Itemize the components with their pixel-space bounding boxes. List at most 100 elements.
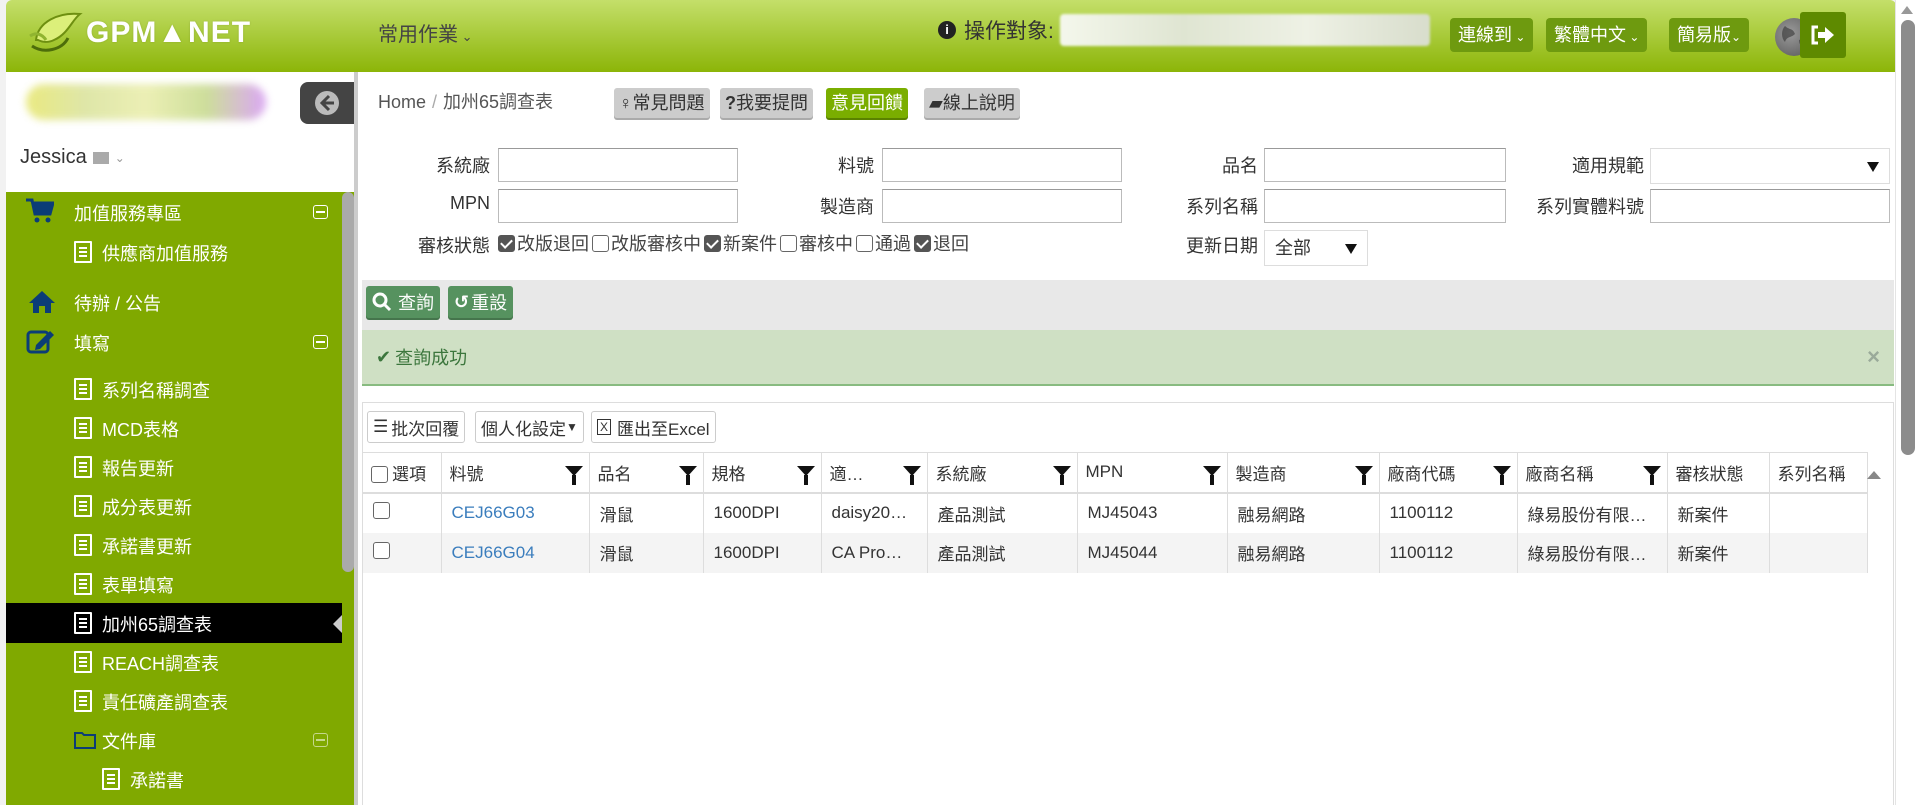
- ask-question-button[interactable]: ?我要提問: [720, 88, 813, 118]
- status-option-revision-returned[interactable]: 改版退回: [498, 230, 589, 256]
- personalize-dropdown[interactable]: 個人化設定 ▼: [475, 411, 584, 443]
- filter-icon[interactable]: [1642, 466, 1661, 485]
- filter-icon[interactable]: [902, 466, 921, 485]
- page-scrollbar[interactable]: [1895, 0, 1920, 805]
- sidebar-item-fill[interactable]: 填寫: [6, 322, 342, 362]
- column-header-part-no[interactable]: 料號: [441, 452, 590, 494]
- question-icon: ?: [725, 93, 736, 113]
- sidebar-item-conflict-minerals[interactable]: 責任礦產調查表: [6, 681, 342, 721]
- export-excel-button[interactable]: X 匯出至Excel: [591, 411, 716, 443]
- column-header-system-factory[interactable]: 系統廠: [927, 452, 1078, 494]
- language-button[interactable]: 繁體中文 ⌄: [1546, 18, 1648, 52]
- status-option-new-case[interactable]: 新案件: [704, 230, 777, 256]
- target-select[interactable]: [1059, 14, 1430, 46]
- grid-scroll-up-icon[interactable]: [1867, 471, 1881, 479]
- system-factory-input[interactable]: [498, 148, 738, 182]
- mode-button[interactable]: 簡易版⌄: [1669, 18, 1750, 52]
- breadcrumb-home[interactable]: Home: [378, 92, 426, 112]
- collapse-sidebar-button[interactable]: [300, 82, 354, 124]
- status-option-approved[interactable]: 通過: [856, 230, 911, 256]
- checkbox[interactable]: [704, 234, 721, 252]
- sidebar-item-commitment-update[interactable]: 承諾書更新: [6, 525, 342, 565]
- sidebar-item-value-added[interactable]: 加值服務專區: [6, 192, 342, 232]
- feedback-button[interactable]: 意見回饋: [826, 88, 908, 118]
- reset-button[interactable]: ↺ 重設: [448, 286, 514, 318]
- filter-icon[interactable]: [1492, 466, 1511, 485]
- column-header-vendor-name[interactable]: 廠商名稱: [1517, 452, 1668, 494]
- series-name-input[interactable]: [1264, 189, 1506, 223]
- export-label: 匯出至Excel: [617, 419, 710, 439]
- filter-icon[interactable]: [1354, 466, 1373, 485]
- filter-icon[interactable]: [678, 466, 697, 485]
- part-no-input[interactable]: [882, 148, 1122, 182]
- column-header-select[interactable]: 選項: [363, 452, 442, 494]
- online-help-button[interactable]: ▰線上說明: [924, 88, 1020, 118]
- user-menu[interactable]: Jessica ⌄: [20, 146, 125, 169]
- table-row[interactable]: CEJ66G04 滑鼠 1600DPI CA Pro… 產品測試 MJ45044…: [363, 532, 1868, 573]
- collapse-toggle-icon[interactable]: [313, 335, 328, 349]
- filter-icon[interactable]: [1202, 466, 1221, 485]
- app-root: GPM▲NET 常用作業 ⌄ i 操作對象: 連線到 ⌄ 繁體中文 ⌄ 簡易版⌄…: [0, 0, 1920, 805]
- part-no-link[interactable]: CEJ66G03: [452, 503, 535, 522]
- sidebar-item-document-library[interactable]: 文件庫: [6, 720, 342, 760]
- part-no-link[interactable]: CEJ66G04: [452, 543, 535, 562]
- column-header-status[interactable]: 審核狀態: [1667, 452, 1770, 494]
- column-header-vendor-code[interactable]: 廠商代碼: [1379, 452, 1518, 494]
- cell-manufacturer: 融易網路: [1227, 532, 1380, 573]
- scroll-up-icon[interactable]: [1901, 6, 1913, 14]
- common-tasks-menu[interactable]: 常用作業 ⌄: [378, 18, 473, 47]
- row-checkbox[interactable]: [373, 502, 390, 519]
- sidebar-item-prop65[interactable]: 加州65調查表: [6, 603, 342, 643]
- filter-icon[interactable]: [1052, 466, 1071, 485]
- close-alert-button[interactable]: ×: [1867, 344, 1880, 370]
- column-header-regulation[interactable]: 適…: [821, 452, 928, 494]
- reset-label: 重設: [471, 293, 508, 313]
- column-header-name[interactable]: 品名: [589, 452, 704, 494]
- column-header-manufacturer[interactable]: 製造商: [1227, 452, 1380, 494]
- sidebar-item-reach[interactable]: REACH調查表: [6, 642, 342, 682]
- sidebar-item-commitment[interactable]: 承諾書: [6, 759, 342, 799]
- filter-icon[interactable]: [796, 466, 815, 485]
- faq-button[interactable]: ♀常見問題: [614, 88, 710, 118]
- status-option-revision-reviewing[interactable]: 改版審核中: [592, 230, 701, 256]
- sidebar-item-todo[interactable]: 待辦 / 公告: [6, 282, 342, 322]
- scrollbar-thumb[interactable]: [1901, 20, 1915, 455]
- product-name-input[interactable]: [1264, 148, 1506, 182]
- checkbox[interactable]: [914, 234, 931, 252]
- checkbox[interactable]: [592, 234, 609, 252]
- sidebar-item-report-update[interactable]: 報告更新: [6, 447, 342, 487]
- column-header-mpn[interactable]: MPN: [1077, 452, 1228, 494]
- series-part-input[interactable]: [1650, 189, 1890, 223]
- sidebar-scrollbar[interactable]: [342, 192, 354, 572]
- breadcrumb: Home / 加州65調查表: [378, 88, 553, 114]
- mpn-input[interactable]: [498, 189, 738, 223]
- manufacturer-input[interactable]: [882, 189, 1122, 223]
- checkbox[interactable]: [856, 234, 873, 252]
- sidebar-item-supplier-service[interactable]: 供應商加值服務: [6, 232, 342, 272]
- system-factory-label: 系統廠: [436, 156, 490, 176]
- connect-to-button[interactable]: 連線到 ⌄: [1450, 18, 1534, 52]
- collapse-toggle-icon[interactable]: [313, 733, 328, 747]
- select-all-checkbox[interactable]: [371, 465, 388, 483]
- status-option-returned[interactable]: 退回: [914, 230, 969, 256]
- status-option-reviewing[interactable]: 審核中: [780, 230, 853, 256]
- sidebar-item-mcd[interactable]: MCD表格: [6, 408, 342, 448]
- table-row[interactable]: CEJ66G03 滑鼠 1600DPI daisy20… 產品測試 MJ4504…: [363, 492, 1868, 533]
- row-checkbox[interactable]: [373, 541, 390, 559]
- collapse-toggle-icon[interactable]: [313, 205, 328, 219]
- logo[interactable]: GPM▲NET: [28, 10, 251, 56]
- column-header-series[interactable]: 系列名稱: [1769, 452, 1868, 494]
- sidebar-item-form-fill[interactable]: 表單填寫: [6, 564, 342, 604]
- update-date-select[interactable]: 全部: [1264, 230, 1368, 266]
- sidebar-item-composition-update[interactable]: 成分表更新: [6, 486, 342, 526]
- column-header-spec[interactable]: 規格: [703, 452, 822, 494]
- filter-icon[interactable]: [564, 466, 583, 485]
- regulation-select[interactable]: [1650, 148, 1890, 184]
- batch-reply-button[interactable]: ☰ 批次回覆: [367, 411, 466, 443]
- checkbox[interactable]: [780, 234, 797, 252]
- checkbox[interactable]: [498, 234, 515, 252]
- logout-button[interactable]: [1800, 12, 1846, 58]
- cell-part-no: CEJ66G04: [441, 532, 590, 573]
- search-button[interactable]: 查詢: [366, 286, 440, 318]
- sidebar-item-series-survey[interactable]: 系列名稱調查: [6, 369, 342, 409]
